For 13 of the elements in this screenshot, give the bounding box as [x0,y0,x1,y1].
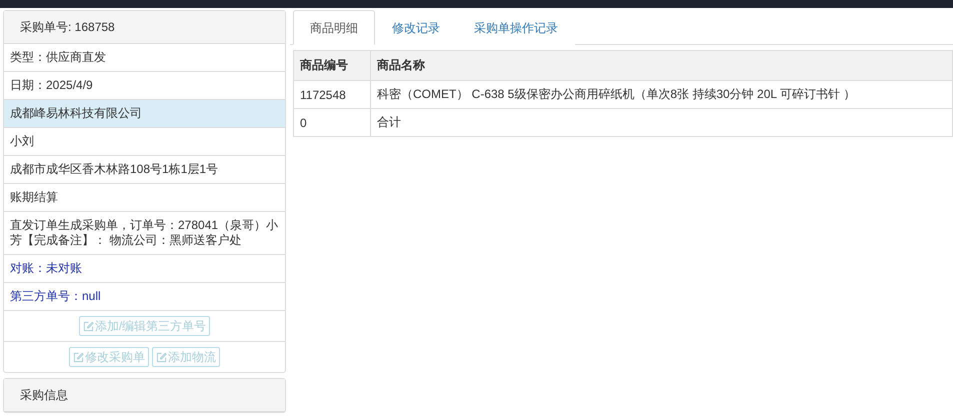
edit-icon [73,352,84,362]
purchase-panel-title: 采购信息 [4,379,285,412]
tab[interactable]: 商品明细 [293,10,375,45]
table-cell: 科密（COMET） C-638 5级保密办公商用碎纸机（单次8张 持续30分钟 20L 可碎订书针 ） [370,80,952,108]
order-info-item: 成都峰易林科技有限公司 [4,100,285,128]
table-cell: 合计 [370,108,952,136]
column-header: 商品编号 [294,50,370,80]
table-cell: 0 [294,108,370,136]
column-header: 商品名称 [370,50,952,80]
table-cell: 1172548 [294,80,370,108]
edit-icon [82,320,94,332]
edit-icon [156,352,167,362]
order-number-title: 采购单号: 168758 [4,11,285,44]
